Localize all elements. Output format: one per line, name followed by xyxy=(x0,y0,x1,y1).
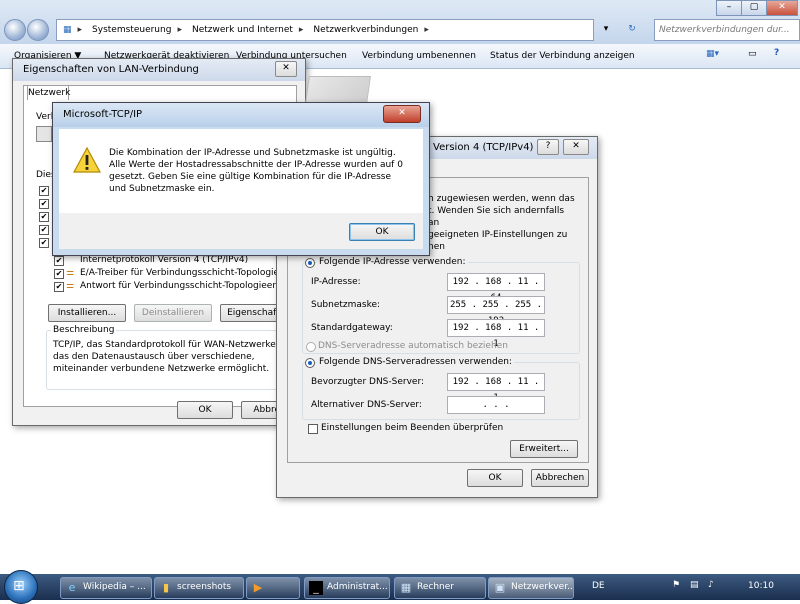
subnet-mask-label: Subnetzmaske: xyxy=(311,300,381,310)
preferred-dns-field[interactable]: 192 . 168 . 11 . 1 xyxy=(447,373,545,403)
network-icon: ▣ xyxy=(494,581,506,594)
protocol-icon: ⚌ xyxy=(66,281,75,291)
ip-address-label: IP-Adresse: xyxy=(311,277,361,287)
start-button[interactable]: ⊞ xyxy=(4,570,38,604)
use-ip-label[interactable]: Folgende IP-Adresse verwenden: xyxy=(317,257,468,267)
item-checkbox[interactable]: ✔ xyxy=(39,225,49,235)
obtain-ip-label: nen xyxy=(428,242,445,252)
dns-use-radio[interactable] xyxy=(305,358,315,368)
dns-auto-radio[interactable] xyxy=(306,342,316,352)
breadcrumb-item[interactable]: Netzwerkverbindungen xyxy=(313,25,418,35)
help-button[interactable]: ? xyxy=(537,139,559,155)
dns-group: Folgende DNS-Serveradressen verwenden: B… xyxy=(302,357,580,420)
alternate-dns-label: Alternativer DNS-Server: xyxy=(311,400,422,410)
taskbar-item-calculator[interactable]: ▦ Rechner xyxy=(394,577,486,599)
dns-use-label[interactable]: Folgende DNS-Serveradressen verwenden: xyxy=(317,357,514,367)
alert-message: Die Kombination der IP-Adresse und Subne… xyxy=(109,148,403,194)
preferred-dns-label: Bevorzugter DNS-Server: xyxy=(311,377,425,387)
explorer-header: ▦ ▸ Systemsteuerung ▸ Netzwerk und Inter… xyxy=(0,0,800,44)
alert-button-bar: OK xyxy=(59,213,423,249)
intro-text: h zugewiesen werden, wenn das t. Wenden … xyxy=(428,194,575,240)
close-button[interactable]: ✕ xyxy=(766,0,798,16)
tray-flag-icon[interactable]: ⚑ xyxy=(672,580,680,590)
item-checkbox[interactable]: ✔ xyxy=(39,212,49,222)
description-group: Beschreibung TCP/IP, das Standardprotoko… xyxy=(46,325,298,390)
maximize-button[interactable]: ▢ xyxy=(741,0,767,16)
tray-volume-icon[interactable]: ♪ xyxy=(708,580,714,590)
internet-explorer-icon: e xyxy=(68,581,76,594)
use-ip-radio[interactable] xyxy=(305,258,315,268)
alert-title: Microsoft-TCP/IP xyxy=(63,109,143,120)
taskbar: ⊞ e Wikipedia – ... ▮ screenshots ▶ _ Ad… xyxy=(0,570,800,604)
dns-auto-label[interactable]: DNS-Serveradresse automatisch beziehen xyxy=(318,341,508,351)
tray-network-icon[interactable]: ▤ xyxy=(690,580,699,590)
warning-icon xyxy=(73,147,101,173)
view-options-icon[interactable]: ▦▾ xyxy=(706,49,719,59)
close-icon[interactable]: ✕ xyxy=(275,61,297,77)
lan-dialog-titlebar: Eigenschaften von LAN-Verbindung ✕ xyxy=(13,59,305,81)
alert-ok-button[interactable]: OK xyxy=(349,223,415,241)
ok-button[interactable]: OK xyxy=(467,469,523,487)
command-rename[interactable]: Verbindung umbenennen xyxy=(362,51,476,61)
windows-logo-icon: ⊞ xyxy=(13,578,25,594)
taskbar-item-browser[interactable]: e Wikipedia – ... xyxy=(60,577,152,599)
alternate-dns-field[interactable]: . . . xyxy=(447,396,545,414)
search-placeholder: Netzwerkverbindungen dur... xyxy=(659,25,790,35)
language-indicator[interactable]: DE xyxy=(592,581,605,591)
ok-button[interactable]: OK xyxy=(177,401,233,419)
close-icon[interactable]: ✕ xyxy=(383,105,421,123)
minimize-button[interactable]: – xyxy=(716,0,742,16)
breadcrumb-item[interactable]: Systemsteuerung xyxy=(92,25,171,35)
alert-titlebar: Microsoft-TCP/IP ✕ xyxy=(53,103,429,127)
uninstall-button[interactable]: Deinstallieren xyxy=(134,304,212,322)
adapter-icon xyxy=(36,126,52,142)
dropdown-arrow-icon[interactable]: ▾ xyxy=(596,19,616,39)
folder-icon: ▦ xyxy=(63,25,72,35)
clock[interactable]: 10:10 xyxy=(748,581,774,591)
ipv4-dialog-title: Version 4 (TCP/IPv4) xyxy=(433,142,534,153)
forward-button[interactable] xyxy=(27,19,49,41)
tab-network[interactable]: Netzwerk xyxy=(27,85,70,100)
item-checkbox[interactable]: ✔ xyxy=(54,282,64,292)
taskbar-item-folder[interactable]: ▮ screenshots xyxy=(154,577,244,599)
protocol-icon: ⚌ xyxy=(66,268,75,278)
address-bar[interactable]: ▦ ▸ Systemsteuerung ▸ Netzwerk und Inter… xyxy=(56,19,594,41)
breadcrumb-item[interactable]: Netzwerk und Internet xyxy=(192,25,293,35)
validate-label[interactable]: Einstellungen beim Beenden überprüfen xyxy=(321,423,503,433)
item-checkbox[interactable]: ✔ xyxy=(39,186,49,196)
list-item[interactable]: Internetprotokoll Version 4 (TCP/IPv4) xyxy=(80,255,248,265)
subnet-mask-field[interactable]: 255 . 255 . 255 . 192 xyxy=(447,296,545,326)
item-checkbox[interactable]: ✔ xyxy=(54,256,64,266)
description-text: TCP/IP, das Standardprotokoll für WAN-Ne… xyxy=(53,340,279,374)
calculator-icon: ▦ xyxy=(400,581,412,594)
ip-address-field[interactable]: 192 . 168 . 11 . 64 xyxy=(447,273,545,303)
taskbar-item-network[interactable]: ▣ Netzwerkver... xyxy=(488,577,574,599)
taskbar-item-media[interactable]: ▶ xyxy=(246,577,300,599)
item-checkbox[interactable]: ✔ xyxy=(54,269,64,279)
refresh-icon[interactable]: ↻ xyxy=(620,19,644,39)
back-button[interactable] xyxy=(4,19,26,41)
help-icon[interactable]: ? xyxy=(774,48,779,58)
preview-pane-icon[interactable]: ▭ xyxy=(748,49,757,59)
advanced-button[interactable]: Erweitert... xyxy=(510,440,578,458)
close-icon[interactable]: ✕ xyxy=(563,139,589,155)
folder-icon: ▮ xyxy=(162,581,170,594)
taskbar-item-console[interactable]: _ Administrat... xyxy=(304,577,390,599)
item-checkbox[interactable]: ✔ xyxy=(39,238,49,248)
gateway-field[interactable]: 192 . 168 . 11 . 1 xyxy=(447,319,545,349)
search-input[interactable]: Netzwerkverbindungen dur... xyxy=(654,19,800,41)
console-icon: _ xyxy=(309,581,323,595)
command-status[interactable]: Status der Verbindung anzeigen xyxy=(490,51,635,61)
lan-dialog-title: Eigenschaften von LAN-Verbindung xyxy=(23,64,199,75)
tcpip-alert-dialog: Microsoft-TCP/IP ✕ Die Kombination der I… xyxy=(52,102,430,256)
description-title: Beschreibung xyxy=(51,325,117,335)
gateway-label: Standardgateway: xyxy=(311,323,393,333)
install-button[interactable]: Installieren... xyxy=(48,304,126,322)
alert-message-area: Die Kombination der IP-Adresse und Subne… xyxy=(59,129,423,213)
validate-checkbox[interactable] xyxy=(308,424,318,434)
item-checkbox[interactable]: ✔ xyxy=(39,199,49,209)
media-player-icon: ▶ xyxy=(253,581,263,594)
cancel-button[interactable]: Abbrechen xyxy=(531,469,589,487)
